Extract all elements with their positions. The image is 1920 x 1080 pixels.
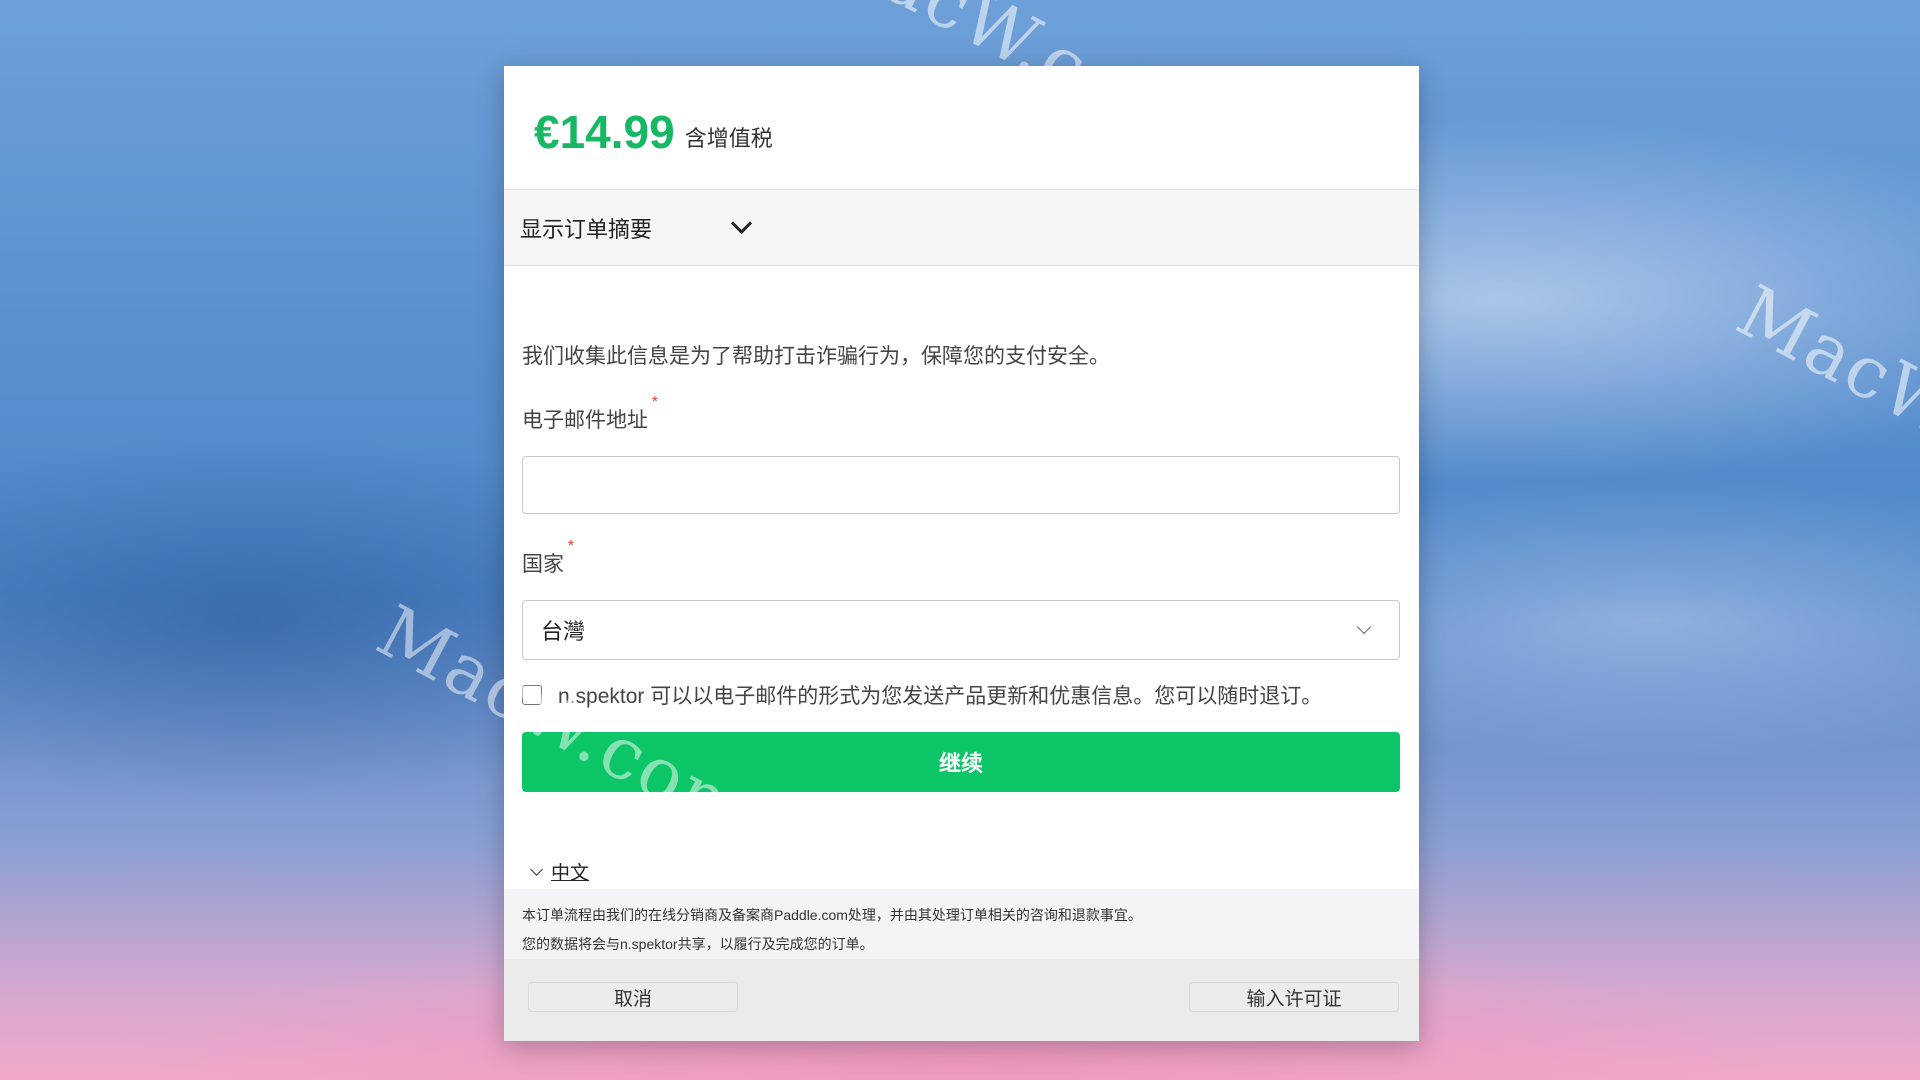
price-header: €14.99 含增值税 <box>504 66 1419 190</box>
email-label-text: 电子邮件地址 <box>522 409 648 432</box>
order-summary-toggle[interactable]: 显示订单摘要 <box>504 190 1419 266</box>
required-asterisk: * <box>567 538 574 555</box>
language-link[interactable]: 中文 <box>551 858 589 885</box>
order-summary-label: 显示订单摘要 <box>520 216 653 242</box>
cancel-button[interactable]: 取消 <box>528 982 738 1012</box>
fraud-notice: 我们收集此信息是为了帮助打击诈骗行为，保障您的支付安全。 <box>522 345 1110 368</box>
country-label: 国家 * <box>522 538 574 578</box>
watermark: MacW.com <box>1724 268 1920 536</box>
email-field[interactable] <box>522 456 1400 514</box>
required-asterisk: * <box>651 394 658 411</box>
enter-license-button[interactable]: 输入许可证 <box>1189 982 1399 1012</box>
chevron-down-icon <box>1356 619 1372 635</box>
country-select[interactable]: 台灣 <box>522 600 1400 660</box>
marketing-optin-text: n.spektor 可以以电子邮件的形式为您发送产品更新和优惠信息。您可以随时退… <box>558 685 1323 708</box>
price-amount: €14.99 <box>534 106 675 158</box>
marketing-optin-row: n.spektor 可以以电子邮件的形式为您发送产品更新和优惠信息。您可以随时退… <box>522 680 1401 710</box>
checkout-dialog: €14.99 含增值税 显示订单摘要 我们收集此信息是为了帮助打击诈骗行为，保障… <box>504 66 1419 1041</box>
desktop-background: MacW.com MacW.com €14.99 含增值税 显示订单摘要 我们收… <box>0 0 1920 1080</box>
distributor-notice-line: 本订单流程由我们的在线分销商及备案商Paddle.com处理，并由其处理订单相关… <box>522 907 1142 923</box>
country-label-text: 国家 <box>522 553 564 576</box>
country-select-value: 台灣 <box>541 619 586 644</box>
bottom-action-bar: 取消 输入许可证 <box>504 959 1419 1041</box>
language-selector[interactable]: 中文 <box>522 858 1401 885</box>
data-sharing-notice-line: 您的数据将会与n.spektor共享，以履行及完成您的订单。 <box>522 936 874 952</box>
chevron-down-icon <box>730 212 753 235</box>
distributor-notice: 本订单流程由我们的在线分销商及备案商Paddle.com处理，并由其处理订单相关… <box>504 889 1419 959</box>
chevron-down-icon <box>530 862 543 876</box>
email-label: 电子邮件地址 * <box>522 394 658 434</box>
vat-label: 含增值税 <box>684 126 773 151</box>
